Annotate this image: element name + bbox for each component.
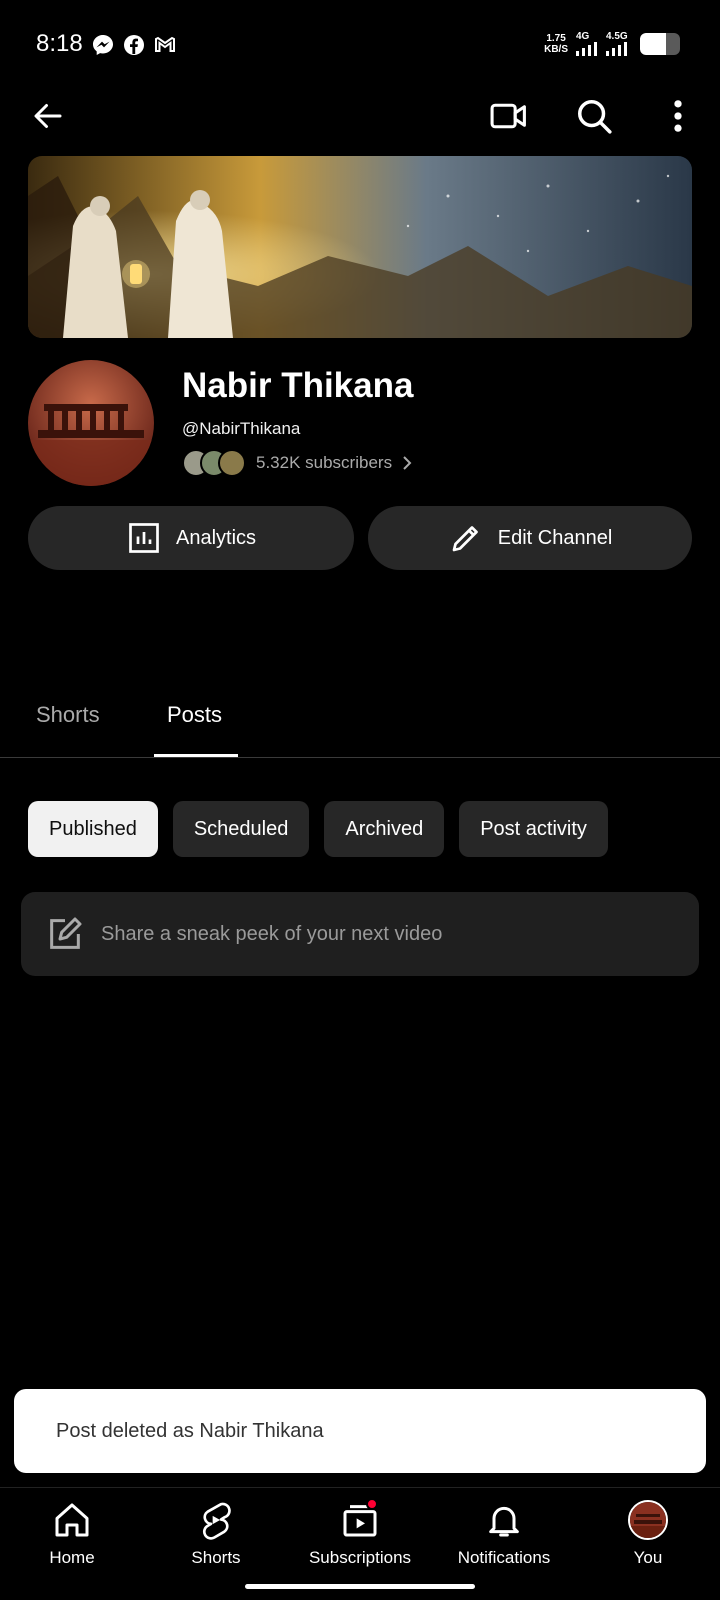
more-vert-icon [674,100,682,132]
pencil-icon [452,526,478,552]
home-icon [50,1498,94,1542]
status-app-icons [91,33,177,57]
search-icon [578,100,612,134]
chevron-right-icon [403,456,412,470]
bell-icon [482,1498,526,1542]
signal-bars-icon [576,42,597,56]
edit-channel-label: Edit Channel [497,526,613,549]
create-post-box[interactable]: Share a sneak peek of your next video [21,892,699,976]
avatar [626,1498,670,1542]
signal-label: 4G [576,31,590,42]
avatar-image [28,360,154,486]
analytics-label: Analytics [175,526,257,549]
chip-published[interactable]: Published [28,801,158,857]
create-post-placeholder: Share a sneak peek of your next video [101,922,443,945]
subscribers-link[interactable]: 5.32K subscribers [182,449,412,477]
nav-home[interactable]: Home [0,1498,144,1568]
nav-notifications[interactable]: Notifications [432,1498,576,1568]
chip-scheduled[interactable]: Scheduled [172,801,310,857]
edit-channel-button[interactable]: Edit Channel [368,506,692,570]
active-tab-indicator [154,754,238,757]
facebook-icon [122,33,146,57]
home-indicator[interactable] [245,1584,475,1589]
signal-bars-icon [606,42,627,56]
subscriber-avatar [218,449,246,477]
subscriber-avatars [182,449,246,477]
channel-handle: @NabirThikana [182,419,301,438]
nav-shorts[interactable]: Shorts [144,1498,288,1568]
messenger-icon [91,33,115,57]
tab-shorts[interactable]: Shorts [36,702,100,728]
nav-subscriptions[interactable]: Subscriptions [288,1498,432,1568]
analytics-button[interactable]: Analytics [28,506,354,570]
you-avatar-image [628,1500,668,1540]
more-options-button[interactable] [654,92,702,140]
signal-45g: 4.5G [606,32,632,56]
net-speed-value: 1.75 [546,33,566,44]
channel-name: Nabir Thikana [182,366,414,405]
shorts-icon [194,1498,238,1542]
chip-post-activity[interactable]: Post activity [459,801,608,857]
back-arrow-icon [34,104,62,128]
nav-label: Shorts [191,1548,241,1567]
status-right: 1.75 KB/S 4G 4.5G [544,32,680,56]
channel-banner[interactable] [28,156,692,338]
video-camera-icon [490,103,526,129]
snackbar: Post deleted as Nabir Thikana [14,1389,706,1473]
net-speed: 1.75 KB/S [544,33,568,55]
signal-4g: 4G [576,32,598,56]
nav-label: Subscriptions [308,1548,412,1567]
signal-label: 4.5G [606,31,628,42]
search-button[interactable] [570,92,618,140]
subscriber-count: 5.32K subscribers [256,453,393,472]
nav-label: Notifications [457,1548,551,1567]
status-bar: 8:18 1.75 KB/S 4G 4.5G [0,0,720,92]
notification-dot [366,1498,378,1510]
chip-archived[interactable]: Archived [324,801,445,857]
post-filter-chips: Published Scheduled Archived Post activi… [28,801,608,857]
snackbar-message: Post deleted as Nabir Thikana [56,1419,324,1442]
create-video-button[interactable] [485,92,533,140]
subscriptions-icon [338,1498,382,1542]
back-button[interactable] [24,92,72,140]
tab-posts[interactable]: Posts [167,702,222,728]
top-app-bar [0,92,720,156]
compose-icon [50,917,82,949]
battery-icon [640,33,680,55]
channel-tabs: Shorts Posts [0,690,720,758]
nav-label: Home [49,1548,95,1567]
nav-you[interactable]: You [576,1498,720,1568]
gmail-icon [153,33,177,57]
net-speed-unit: KB/S [544,44,568,55]
banner-image [28,156,692,338]
channel-avatar[interactable] [28,360,154,486]
status-time: 8:18 [36,30,83,57]
nav-label: You [633,1548,663,1567]
analytics-icon [129,523,159,553]
